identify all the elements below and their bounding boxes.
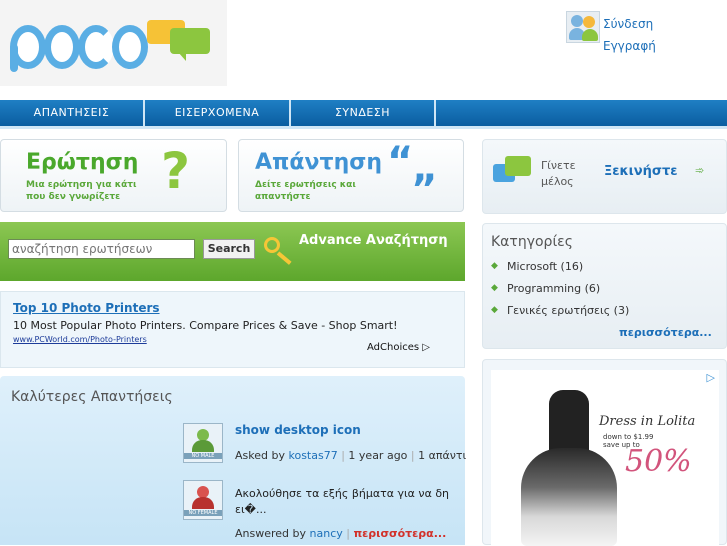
ad-text: 10 Most Popular Photo Printers. Compare … [13,319,398,332]
asked-by-label: Asked by [235,449,285,462]
users-icon [566,11,600,43]
logo-letter-o1 [44,25,80,69]
category-bullet-icon: ◆ [491,283,498,293]
more-answer-link[interactable]: περισσότερα... [353,527,446,540]
banner-ad-box: ▷ Dress in Lolita down to $1.99 save up … [482,359,727,546]
search-button[interactable]: Search [203,239,255,259]
category-bullet-icon: ◆ [491,261,498,271]
search-bar: Search Advance Αναζήτηση [0,222,465,281]
logo-speech-bubble-green [170,28,210,54]
search-input[interactable] [8,239,195,259]
tab-answers[interactable]: ΑΠΑΝΤΗΣΕΙΣ [0,100,145,126]
logo-bubble-tail [178,52,186,61]
logo-letter-o2 [112,25,148,69]
adchoices-icon: ▷ [422,342,430,353]
join-box: Γίνετε μέλος Ξεκινήστε ➾ [482,139,727,214]
dress-skirt-image [521,448,617,546]
categories-box: Κατηγορίες ◆ Microsoft (16) ◆ Programmin… [482,223,727,349]
magnifier-handle [276,251,292,265]
chat-bubble-icon [505,156,531,176]
category-bullet-icon: ◆ [491,305,498,315]
adchoices-text: AdChoices [367,342,420,353]
categories-heading: Κατηγορίες [491,234,573,250]
banner-ad[interactable]: ▷ Dress in Lolita down to $1.99 save up … [491,370,719,546]
question-meta: Asked by kostas77 | 1 year ago | 1 απάντ… [235,449,467,462]
avatar-male[interactable]: NO MALE [183,423,223,463]
answer-meta: Answered by nancy | περισσότερα... [235,527,447,540]
adchoices-label[interactable]: AdChoices ▷ [367,342,430,353]
ask-question-title: Ερώτηση [26,150,139,175]
ad-block: Top 10 Photo Printers 10 Most Popular Ph… [0,291,465,368]
answer-count: 1 απάντι [418,449,467,462]
main-nav: ΑΠΑΝΤΗΣΕΙΣ ΕΙΣΕΡΧΟΜΕΝΑ ΣΥΝΔΕΣΗ [0,100,727,126]
best-answers-panel: Καλύτερες Απαντήσεις NO MALE show deskto… [0,376,467,545]
join-text: Γίνετε μέλος [541,159,576,188]
login-link[interactable]: Σύνδεση [603,13,656,35]
more-categories-link[interactable]: περισσότερα... [619,326,712,339]
logo[interactable]: poco [0,0,227,86]
logo-p-stem [10,44,18,72]
register-link[interactable]: Εγγραφή [603,35,656,57]
ask-question-card[interactable]: Ερώτηση Μια ερώτηση για κάτι που δεν γνω… [0,139,227,212]
avatar-female[interactable]: NO FEMALE [183,480,223,520]
ad-url[interactable]: www.PCWorld.com/Photo-Printers [13,335,147,344]
answer-excerpt: Ακολούθησε τα εξής βήματα για να δη ει�.… [235,487,450,516]
advance-search-link[interactable]: Advance Αναζήτηση [299,231,469,250]
close-quote-icon: ” [411,167,438,213]
answered-by-label: Answered by [235,527,307,540]
open-quote-icon: “ [387,139,414,185]
nav-divider [0,126,727,129]
avatar-caption: NO FEMALE [184,510,222,516]
answer-card[interactable]: Απάντηση Δείτε ερωτήσεις και απαντήστε “… [238,139,464,212]
answer-title: Απάντηση [255,150,383,175]
ad-info-icon[interactable]: ▷ [707,371,715,384]
start-link[interactable]: Ξεκινήστε [604,164,678,179]
account-links: Σύνδεση Εγγραφή [603,13,656,57]
ask-question-subtitle: Μια ερώτηση για κάτι που δεν γνωρίζετε [26,180,137,202]
double-arrow-icon: ➾ [695,164,705,177]
dress-bodice-image [549,390,589,450]
best-answers-heading: Καλύτερες Απαντήσεις [11,389,173,405]
question-title-link[interactable]: show desktop icon [235,423,361,437]
category-microsoft[interactable]: Microsoft (16) [507,260,583,273]
tab-login[interactable]: ΣΥΝΔΕΣΗ [291,100,436,126]
avatar-caption: NO MALE [184,453,222,459]
banner-percent: 50% [625,444,692,479]
magnifier-icon [264,237,280,253]
category-general[interactable]: Γενικές ερωτήσεις (3) [507,304,629,317]
asker-username-link[interactable]: kostas77 [288,449,337,462]
question-mark-icon: ? [161,142,191,200]
banner-headline: Dress in Lolita [599,414,696,429]
logo-letter-c [78,25,114,69]
banner-price: down to $1.99 [603,433,654,441]
answer-subtitle: Δείτε ερωτήσεις και απαντήστε [255,180,356,202]
question-time: 1 year ago [348,449,408,462]
answerer-username-link[interactable]: nancy [310,527,343,540]
category-programming[interactable]: Programming (6) [507,282,600,295]
tab-inbox[interactable]: ΕΙΣΕΡΧΟΜΕΝΑ [145,100,291,126]
ad-title[interactable]: Top 10 Photo Printers [13,301,160,315]
